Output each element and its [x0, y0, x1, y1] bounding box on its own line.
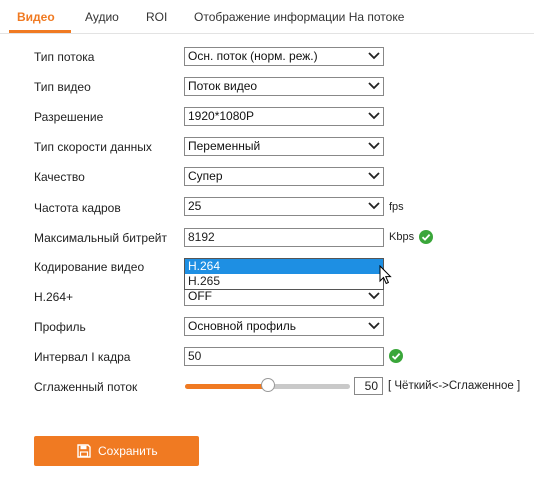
mouse-pointer-icon: [379, 265, 392, 285]
tab-stream-info-display[interactable]: Отображение информации На потоке: [194, 10, 404, 24]
smoothing-value-input[interactable]: 50: [354, 377, 383, 395]
video-encoding-dropdown-list[interactable]: H.264 H.265: [184, 258, 384, 290]
check-circle-icon: [389, 349, 403, 363]
bitrate-type-label: Тип скорости данных: [34, 140, 152, 154]
quality-select[interactable]: Супер: [184, 167, 384, 186]
smoothing-slider[interactable]: [185, 378, 350, 392]
tab-bar: Видео Аудио ROI Отображение информации Н…: [0, 0, 534, 34]
stream-type-label: Тип потока: [34, 50, 95, 64]
max-bitrate-label: Максимальный битрейт: [34, 231, 167, 245]
smoothing-slider-fill: [185, 384, 268, 389]
chevron-down-icon: [368, 172, 380, 180]
tab-roi[interactable]: ROI: [146, 10, 167, 24]
tab-audio[interactable]: Аудио: [85, 10, 119, 24]
stream-type-value: Осн. поток (норм. реж.): [188, 49, 318, 63]
active-tab-indicator: [9, 30, 71, 33]
bitrate-type-value: Переменный: [188, 139, 261, 153]
check-circle-icon: [419, 230, 433, 244]
frame-rate-label: Частота кадров: [34, 201, 121, 215]
max-bitrate-unit: Kbps: [389, 231, 415, 243]
chevron-down-icon: [368, 52, 380, 60]
chevron-down-icon: [368, 292, 380, 300]
chevron-down-icon: [368, 142, 380, 150]
video-type-select[interactable]: Поток видео: [184, 77, 384, 96]
resolution-label: Разрешение: [34, 110, 104, 124]
stream-type-select[interactable]: Осн. поток (норм. реж.): [184, 47, 384, 66]
smoothing-label: Сглаженный поток: [34, 380, 138, 394]
frame-rate-value: 25: [188, 199, 202, 213]
frame-rate-select[interactable]: 25: [184, 197, 384, 216]
profile-value: Основной профиль: [188, 319, 297, 333]
chevron-down-icon: [368, 322, 380, 330]
chevron-down-icon: [368, 82, 380, 90]
video-type-value: Поток видео: [188, 79, 258, 93]
smoothing-slider-handle[interactable]: [260, 378, 275, 392]
floppy-disk-icon: [77, 444, 91, 458]
video-encoding-option-h265[interactable]: H.265: [185, 274, 383, 289]
iframe-interval-label: Интервал I кадра: [34, 350, 131, 364]
h264plus-label: H.264+: [34, 290, 74, 304]
resolution-value: 1920*1080P: [188, 109, 255, 123]
profile-select[interactable]: Основной профиль: [184, 317, 384, 336]
frame-rate-unit: fps: [389, 201, 404, 213]
h264plus-value: OFF: [188, 289, 212, 303]
quality-value: Супер: [188, 169, 223, 183]
video-encoding-option-h264[interactable]: H.264: [185, 259, 383, 274]
chevron-down-icon: [368, 112, 380, 120]
profile-label: Профиль: [34, 320, 86, 334]
chevron-down-icon: [368, 202, 380, 210]
bitrate-type-select[interactable]: Переменный: [184, 137, 384, 156]
tab-video[interactable]: Видео: [17, 10, 55, 24]
iframe-interval-input[interactable]: 50: [184, 347, 384, 366]
quality-label: Качество: [34, 170, 85, 184]
resolution-select[interactable]: 1920*1080P: [184, 107, 384, 126]
smoothing-range-hint: [ Чёткий<->Сглаженное ]: [388, 380, 521, 392]
video-type-label: Тип видео: [34, 80, 91, 94]
max-bitrate-input[interactable]: 8192: [184, 228, 384, 247]
video-encoding-label: Кодирование видео: [34, 260, 145, 274]
save-button-label: Сохранить: [98, 444, 158, 458]
save-button[interactable]: Сохранить: [34, 436, 199, 466]
